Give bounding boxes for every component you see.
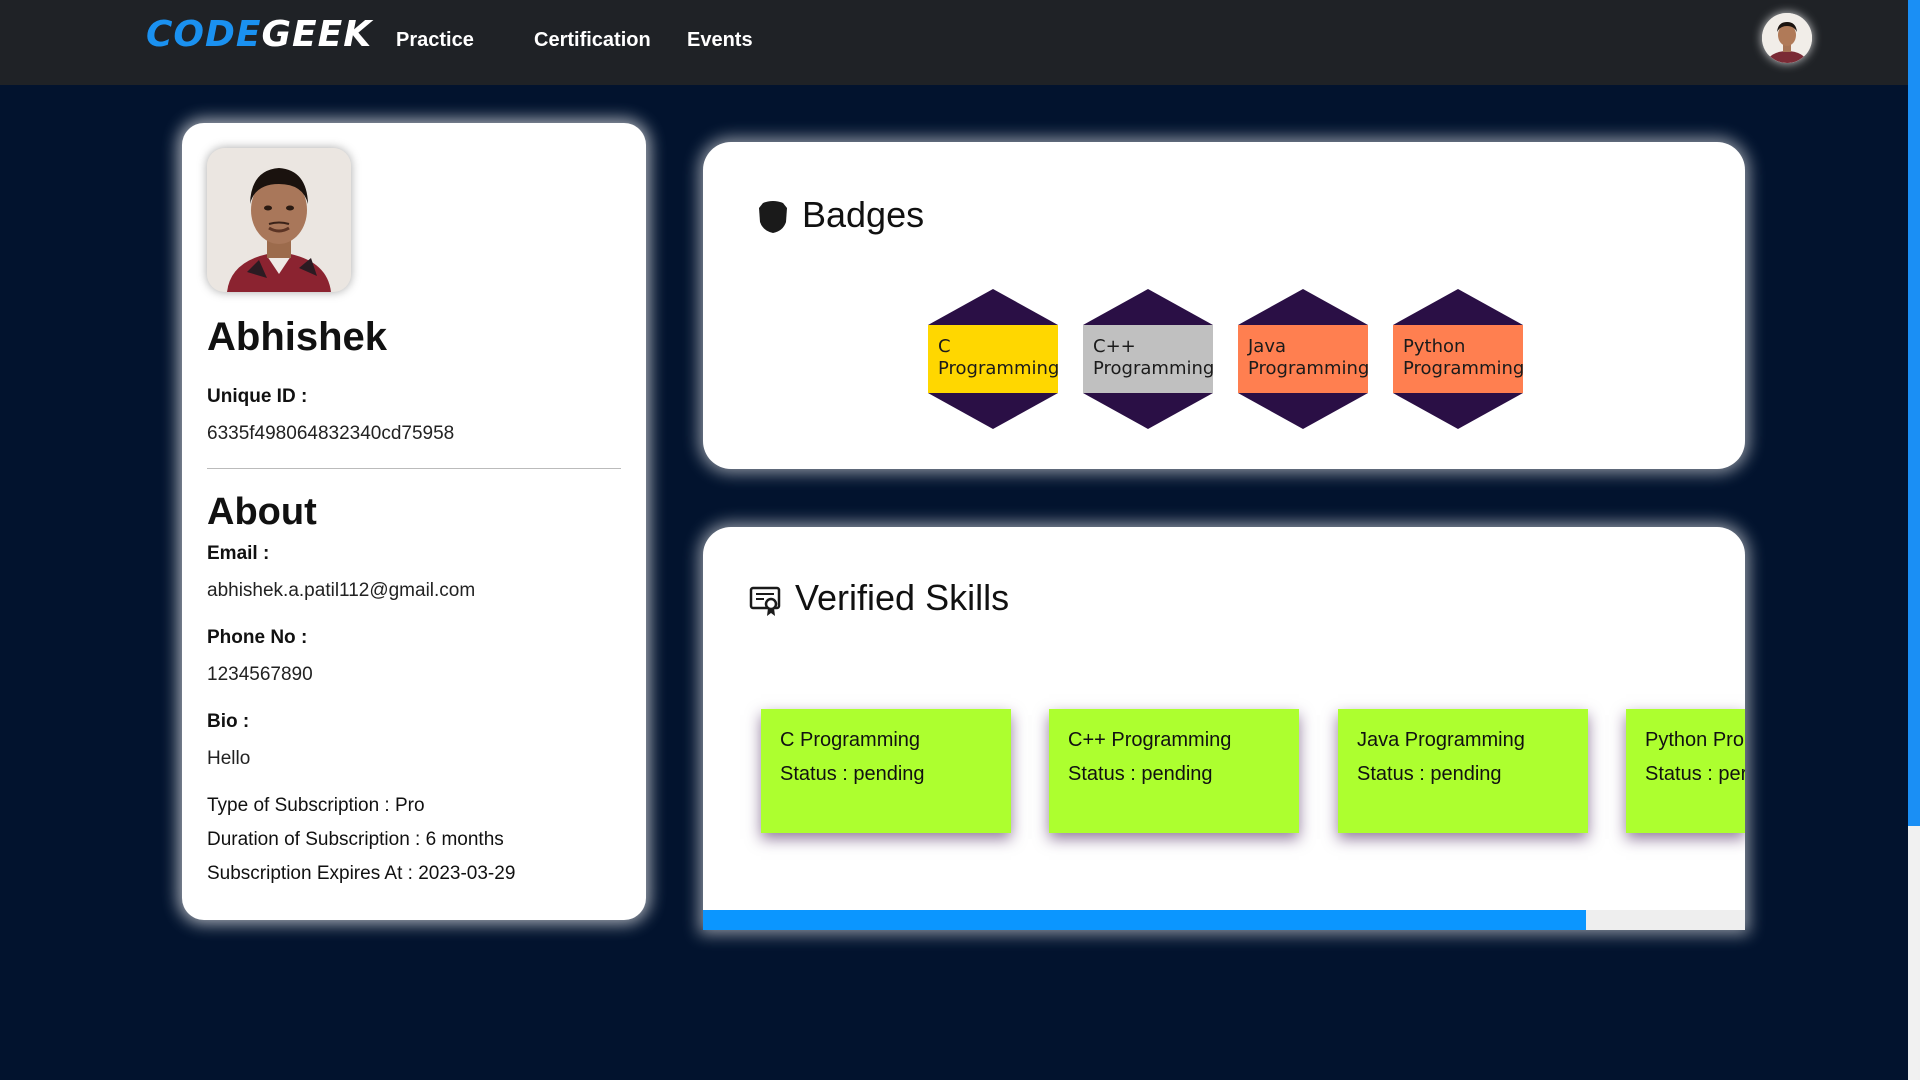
skill-status: Status : pending <box>780 763 925 785</box>
skill-name: C++ Programming <box>1068 729 1232 751</box>
nav-link-certification[interactable]: Certification <box>534 29 651 52</box>
subscription-type: Type of Subscription : Pro <box>207 795 425 816</box>
skill-card-python[interactable]: Python Pro Status : per <box>1626 709 1745 833</box>
badge-label: Java Programming <box>1248 336 1370 380</box>
brand-geek: GEEK <box>261 14 373 55</box>
badge-cpp[interactable]: C++ Programming <box>1083 289 1215 429</box>
badge-line1: C++ <box>1093 336 1136 357</box>
skills-scrollbar-thumb[interactable] <box>703 910 1586 930</box>
divider <box>207 468 621 469</box>
skill-status: Status : per <box>1645 763 1745 785</box>
skill-status: Status : pending <box>1068 763 1213 785</box>
badge-line2: Programming <box>1093 358 1215 379</box>
badge-line2: Programming <box>938 358 1060 379</box>
nav-link-events[interactable]: Events <box>687 29 753 52</box>
verified-skills-title: Verified Skills <box>795 577 1010 618</box>
brand-logo[interactable]: CODEGEEK <box>146 14 372 55</box>
nav-link-practice[interactable]: Practice <box>396 29 474 52</box>
profile-name: Abhishek <box>207 315 388 359</box>
avatar-image <box>1762 13 1812 63</box>
subscription-duration: Duration of Subscription : 6 months <box>207 829 504 850</box>
profile-photo-image <box>207 148 351 292</box>
email-value: abhishek.a.patil112@gmail.com <box>207 580 476 601</box>
skill-name: Python Pro <box>1645 729 1744 751</box>
badges-title: Badges <box>802 194 925 235</box>
unique-id-value: 6335f498064832340cd75958 <box>207 423 455 444</box>
email-label: Email : <box>207 543 270 564</box>
badge-label: C++ Programming <box>1093 336 1215 380</box>
badge-line2: Programming <box>1403 358 1525 379</box>
skill-card-cpp[interactable]: C++ Programming Status : pending <box>1049 709 1299 833</box>
badge-label: C Programming <box>938 336 1060 380</box>
certificate-icon <box>749 586 781 616</box>
badge-line1: C <box>938 336 951 357</box>
brand-code: CODE <box>146 14 262 55</box>
subscription-expires: Subscription Expires At : 2023-03-29 <box>207 863 516 884</box>
badge-label: Python Programming <box>1403 336 1525 380</box>
page-scrollbar-thumb[interactable] <box>1908 0 1920 826</box>
badge-python[interactable]: Python Programming <box>1393 289 1525 429</box>
phone-value: 1234567890 <box>207 664 313 685</box>
skill-card-java[interactable]: Java Programming Status : pending <box>1338 709 1588 833</box>
shield-icon <box>759 201 787 233</box>
badge-line1: Java <box>1248 336 1287 357</box>
profile-card: Abhishek Unique ID : 6335f498064832340cd… <box>182 123 646 920</box>
badge-java[interactable]: Java Programming <box>1238 289 1370 429</box>
skill-status: Status : pending <box>1357 763 1502 785</box>
bio-label: Bio : <box>207 711 250 732</box>
profile-photo <box>207 148 351 292</box>
badge-line2: Programming <box>1248 358 1370 379</box>
phone-label: Phone No : <box>207 627 308 648</box>
skill-card-c[interactable]: C Programming Status : pending <box>761 709 1011 833</box>
badges-card: Badges C Programming C++ Programming Jav… <box>703 142 1745 469</box>
navbar: CODEGEEK Practice Certification Events <box>0 0 1908 85</box>
about-heading: About <box>207 491 317 533</box>
bio-value: Hello <box>207 748 251 769</box>
skill-name: C Programming <box>780 729 921 751</box>
unique-id-label: Unique ID : <box>207 386 308 407</box>
verified-skills-card: Verified Skills C Programming Status : p… <box>703 527 1745 930</box>
badge-line1: Python <box>1403 336 1466 357</box>
badge-c[interactable]: C Programming <box>928 289 1060 429</box>
user-avatar[interactable] <box>1762 13 1812 63</box>
skill-name: Java Programming <box>1357 729 1525 751</box>
